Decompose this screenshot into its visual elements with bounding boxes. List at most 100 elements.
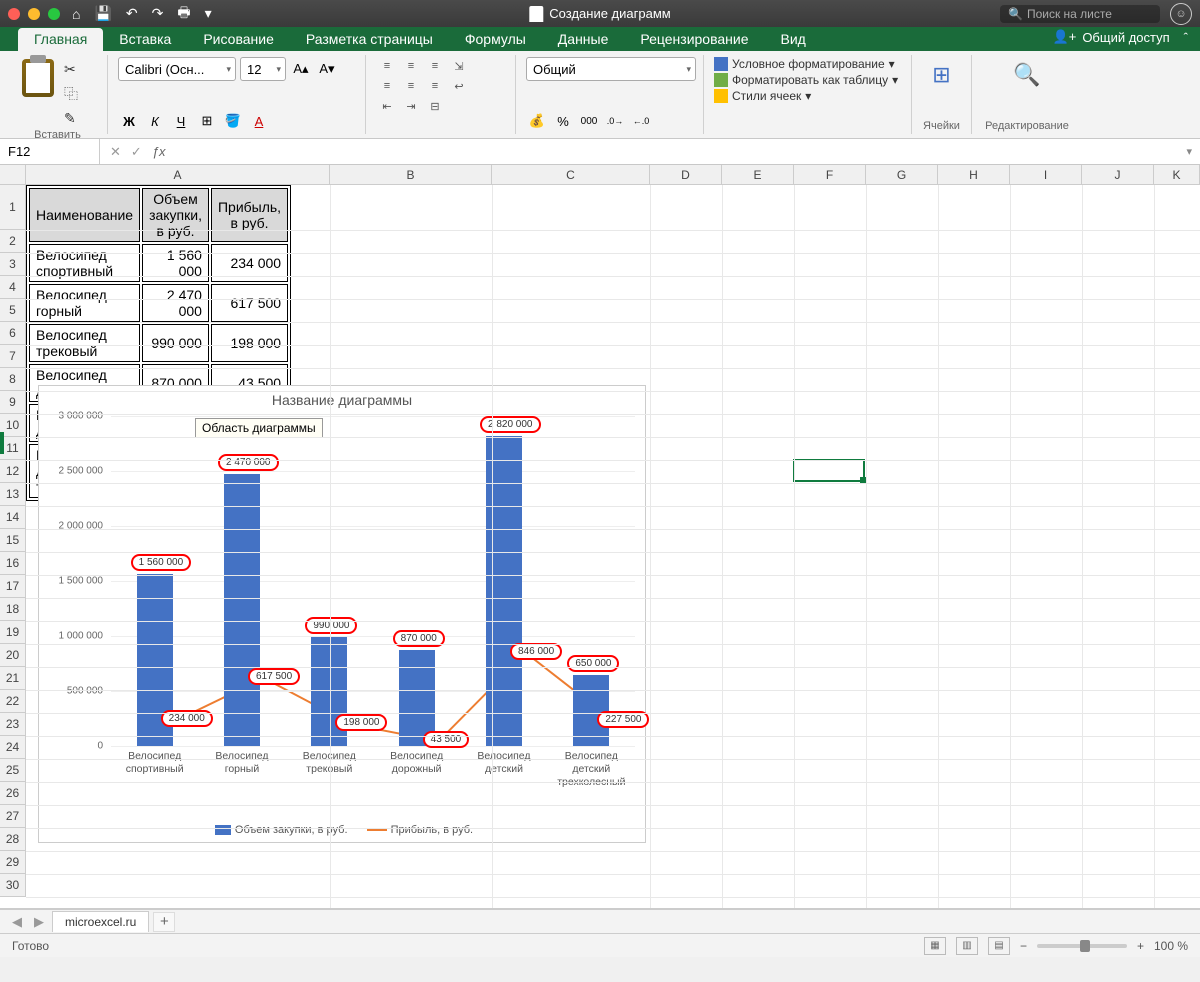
expand-formula-bar-icon[interactable]: ▾ <box>1178 145 1200 158</box>
thousands-icon[interactable]: 000 <box>578 110 600 132</box>
table-row[interactable]: Велосипед горный2 470 000617 500 <box>29 284 288 322</box>
editing-button[interactable]: 🔍 <box>982 57 1072 93</box>
row-header-15[interactable]: 15 <box>0 529 26 552</box>
increase-indent-icon[interactable]: ⇥ <box>400 97 422 115</box>
column-header-C[interactable]: C <box>492 165 650 185</box>
align-bottom-icon[interactable]: ≡ <box>424 57 446 75</box>
table-header[interactable]: Прибыль, в руб. <box>211 188 288 242</box>
row-header-6[interactable]: 6 <box>0 322 26 345</box>
tab-insert[interactable]: Вставка <box>103 28 187 51</box>
normal-view-icon[interactable]: ▦ <box>924 937 946 955</box>
row-header-25[interactable]: 25 <box>0 759 26 782</box>
align-middle-icon[interactable]: ≡ <box>400 57 422 75</box>
decrease-indent-icon[interactable]: ⇤ <box>376 97 398 115</box>
font-size-combo[interactable]: 12 <box>240 57 286 81</box>
cell-styles-button[interactable]: Стили ячеек ▾ <box>714 89 901 103</box>
tab-review[interactable]: Рецензирование <box>624 28 764 51</box>
align-right-icon[interactable]: ≡ <box>424 77 446 95</box>
decrease-font-icon[interactable]: A▾ <box>316 58 338 80</box>
row-header-13[interactable]: 13 <box>0 483 26 506</box>
search-input[interactable]: 🔍 Поиск на листе <box>1000 5 1160 23</box>
zoom-slider[interactable] <box>1037 944 1127 948</box>
save-icon[interactable]: 💾 <box>94 5 111 22</box>
copy-icon[interactable]: ⿻ <box>64 84 78 104</box>
table-row[interactable]: Велосипед трековый990 000198 000 <box>29 324 288 362</box>
fx-icon[interactable]: ƒx <box>152 144 166 159</box>
column-header-D[interactable]: D <box>650 165 722 185</box>
column-header-E[interactable]: E <box>722 165 794 185</box>
undo-icon[interactable]: ↶ <box>126 5 138 22</box>
decrease-decimal-icon[interactable]: ←.0 <box>630 110 652 132</box>
user-account-icon[interactable]: ☺ <box>1170 3 1192 25</box>
row-header-7[interactable]: 7 <box>0 345 26 368</box>
underline-button[interactable]: Ч <box>170 110 192 132</box>
italic-button[interactable]: К <box>144 110 166 132</box>
percent-icon[interactable]: % <box>552 110 574 132</box>
print-icon[interactable]: 🖶 <box>177 2 190 26</box>
increase-font-icon[interactable]: A▴ <box>290 58 312 80</box>
row-header-22[interactable]: 22 <box>0 690 26 713</box>
sheet-tab[interactable]: microexcel.ru <box>52 911 149 932</box>
increase-decimal-icon[interactable]: .0→ <box>604 110 626 132</box>
format-painter-icon[interactable]: ✎ <box>64 110 78 127</box>
paste-button[interactable] <box>18 57 58 127</box>
table-header[interactable]: Наименование <box>29 188 140 242</box>
tab-view[interactable]: Вид <box>765 28 822 51</box>
column-header-H[interactable]: H <box>938 165 1010 185</box>
more-icon[interactable]: ▾ <box>205 5 212 22</box>
page-break-view-icon[interactable]: ▤ <box>988 937 1010 955</box>
merge-cells-icon[interactable]: ⊟ <box>424 97 446 115</box>
column-header-F[interactable]: F <box>794 165 866 185</box>
row-header-12[interactable]: 12 <box>0 460 26 483</box>
row-header-4[interactable]: 4 <box>0 276 26 299</box>
row-header-16[interactable]: 16 <box>0 552 26 575</box>
next-sheet-icon[interactable]: ▶ <box>30 914 48 930</box>
tab-formulas[interactable]: Формулы <box>449 28 542 51</box>
cancel-formula-icon[interactable]: ✕ <box>110 144 121 160</box>
row-header-23[interactable]: 23 <box>0 713 26 736</box>
collapse-ribbon-icon[interactable]: ˆ <box>1184 30 1188 45</box>
share-button[interactable]: 👤+ Общий доступ ˆ <box>1053 29 1188 45</box>
currency-icon[interactable]: 💰 <box>526 110 548 132</box>
row-header-18[interactable]: 18 <box>0 598 26 621</box>
add-sheet-button[interactable]: + <box>153 912 175 932</box>
zoom-in-icon[interactable]: + <box>1137 939 1144 953</box>
font-name-combo[interactable]: Calibri (Осн... <box>118 57 236 81</box>
worksheet-grid[interactable]: ABCDEFGHIJK 1234567891011121314151617181… <box>0 165 1200 909</box>
close-window-icon[interactable] <box>8 8 20 20</box>
cells-button[interactable]: ⊞ <box>922 57 961 93</box>
redo-icon[interactable]: ↷ <box>152 5 164 22</box>
row-header-2[interactable]: 2 <box>0 230 26 253</box>
row-header-29[interactable]: 29 <box>0 851 26 874</box>
number-format-combo[interactable]: Общий <box>526 57 696 81</box>
conditional-formatting-button[interactable]: Условное форматирование ▾ <box>714 57 901 71</box>
column-header-G[interactable]: G <box>866 165 938 185</box>
prev-sheet-icon[interactable]: ◀ <box>8 914 26 930</box>
tab-data[interactable]: Данные <box>542 28 625 51</box>
wrap-text-icon[interactable]: ↩ <box>448 77 470 95</box>
column-header-J[interactable]: J <box>1082 165 1154 185</box>
align-top-icon[interactable]: ≡ <box>376 57 398 75</box>
row-header-1[interactable]: 1 <box>0 185 26 230</box>
column-header-I[interactable]: I <box>1010 165 1082 185</box>
column-header-K[interactable]: K <box>1154 165 1200 185</box>
row-header-28[interactable]: 28 <box>0 828 26 851</box>
zoom-level[interactable]: 100 % <box>1154 939 1188 953</box>
row-header-26[interactable]: 26 <box>0 782 26 805</box>
chart-bar[interactable] <box>224 474 260 746</box>
row-header-3[interactable]: 3 <box>0 253 26 276</box>
row-header-21[interactable]: 21 <box>0 667 26 690</box>
home-icon[interactable]: ⌂ <box>72 6 80 22</box>
border-button[interactable]: ⊞ <box>196 110 218 132</box>
maximize-window-icon[interactable] <box>48 8 60 20</box>
row-header-9[interactable]: 9 <box>0 391 26 414</box>
tab-home[interactable]: Главная <box>18 28 103 51</box>
column-header-A[interactable]: A <box>26 165 330 185</box>
row-header-17[interactable]: 17 <box>0 575 26 598</box>
row-header-19[interactable]: 19 <box>0 621 26 644</box>
select-all-corner[interactable] <box>0 165 26 185</box>
orientation-icon[interactable]: ⇲ <box>448 57 470 75</box>
page-layout-view-icon[interactable]: ▥ <box>956 937 978 955</box>
align-center-icon[interactable]: ≡ <box>400 77 422 95</box>
chart-title[interactable]: Название диаграммы <box>39 386 645 408</box>
